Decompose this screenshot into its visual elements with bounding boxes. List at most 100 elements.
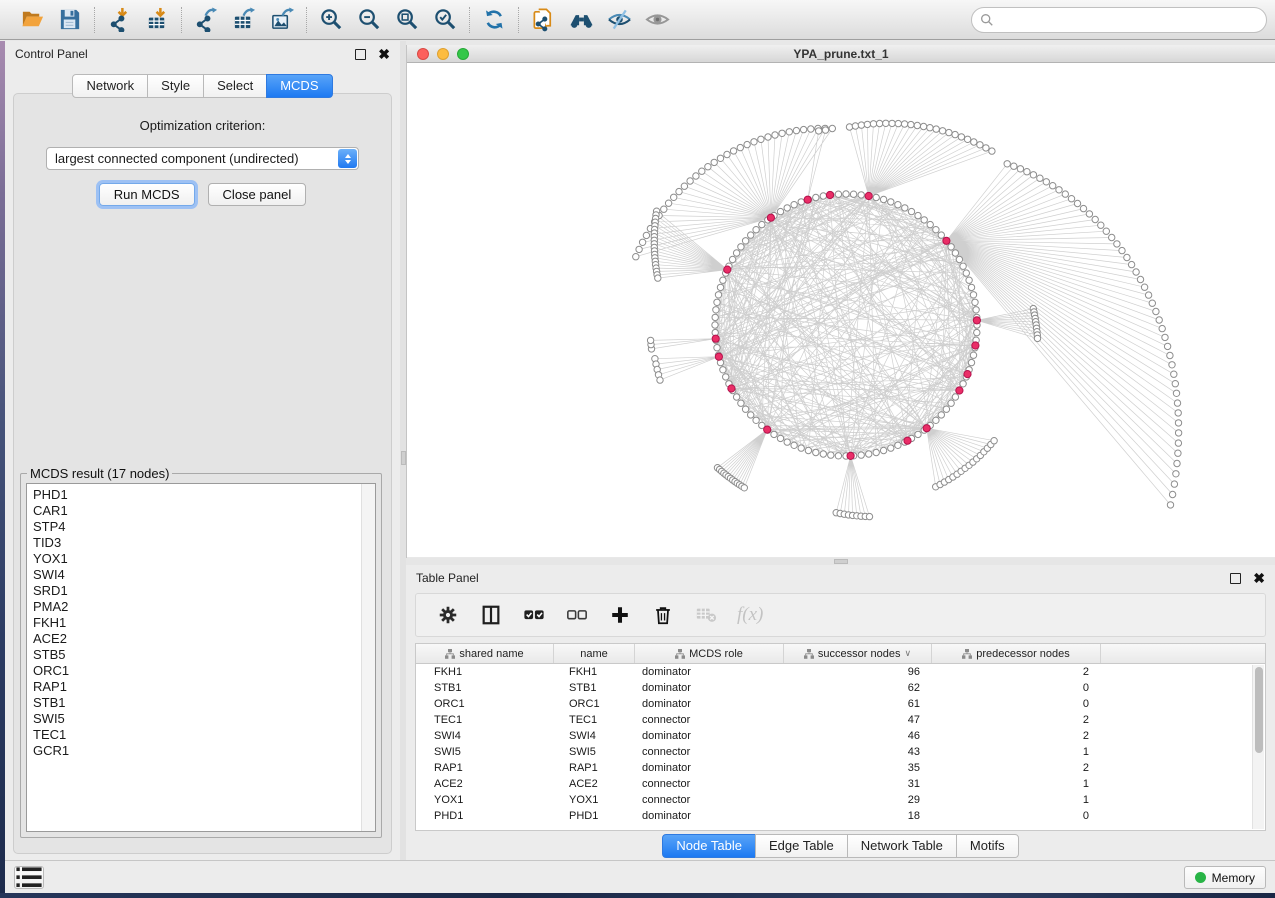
network-node[interactable] <box>1098 222 1104 228</box>
network-node[interactable] <box>730 148 736 154</box>
table-row[interactable]: YOX1YOX1connector291 <box>416 792 1265 808</box>
network-node[interactable] <box>864 121 870 127</box>
table-cell[interactable]: 18 <box>784 808 932 824</box>
network-node[interactable] <box>1164 343 1170 349</box>
network-node[interactable] <box>858 192 864 198</box>
network-node[interactable] <box>724 151 730 157</box>
network-node[interactable] <box>968 284 974 290</box>
select-stepper-icon[interactable] <box>338 149 357 168</box>
network-node[interactable] <box>813 194 819 200</box>
table-cell[interactable]: TEC1 <box>416 712 554 728</box>
network-node[interactable] <box>972 299 978 305</box>
network-node[interactable] <box>1114 241 1120 247</box>
refresh-icon[interactable] <box>480 6 508 34</box>
network-node[interactable] <box>971 139 977 145</box>
network-node[interactable] <box>816 128 822 134</box>
network-node[interactable] <box>938 412 944 418</box>
table-cell[interactable]: dominator <box>635 680 784 696</box>
network-node[interactable] <box>1050 183 1056 189</box>
table-cell[interactable]: ACE2 <box>416 776 554 792</box>
zoom-fit-icon[interactable] <box>393 6 421 34</box>
network-node[interactable] <box>904 437 911 444</box>
network-node[interactable] <box>665 200 671 206</box>
table-cell[interactable]: FKH1 <box>416 664 554 680</box>
result-list-scrollbar[interactable] <box>361 484 375 831</box>
network-node[interactable] <box>939 128 945 134</box>
network-node[interactable] <box>772 132 778 138</box>
zoom-selected-icon[interactable] <box>431 6 459 34</box>
network-node[interactable] <box>973 317 980 324</box>
network-node[interactable] <box>1169 491 1175 497</box>
network-node[interactable] <box>1024 169 1030 175</box>
network-node[interactable] <box>753 227 759 233</box>
network-node[interactable] <box>952 250 958 256</box>
network-node[interactable] <box>948 400 954 406</box>
network-node[interactable] <box>915 212 921 218</box>
network-node[interactable] <box>923 425 930 432</box>
network-node[interactable] <box>826 191 833 198</box>
tab-network-table[interactable]: Network Table <box>847 834 957 858</box>
network-node[interactable] <box>952 394 958 400</box>
column-header-successor-nodes[interactable]: successor nodes∨ <box>784 644 932 663</box>
export-network-icon[interactable] <box>192 6 220 34</box>
mcds-result-item[interactable]: GCR1 <box>33 743 361 759</box>
network-node[interactable] <box>676 188 682 194</box>
run-mcds-button[interactable]: Run MCDS <box>99 183 195 206</box>
network-node[interactable] <box>1103 228 1109 234</box>
table-cell[interactable]: ORC1 <box>554 696 635 712</box>
network-node[interactable] <box>1119 247 1125 253</box>
tab-motifs[interactable]: Motifs <box>956 834 1019 858</box>
share-document-icon[interactable] <box>529 6 557 34</box>
network-node[interactable] <box>956 387 963 394</box>
table-row[interactable]: FKH1FKH1dominator962 <box>416 664 1265 680</box>
network-node[interactable] <box>699 168 705 174</box>
network-node[interactable] <box>715 292 721 298</box>
network-node[interactable] <box>800 126 806 132</box>
binoculars-icon[interactable] <box>567 6 595 34</box>
zoom-in-icon[interactable] <box>317 6 345 34</box>
table-cell[interactable]: 62 <box>784 680 932 696</box>
network-node[interactable] <box>657 377 663 383</box>
table-cell[interactable]: dominator <box>635 664 784 680</box>
network-node[interactable] <box>639 239 645 245</box>
network-node[interactable] <box>943 237 950 244</box>
network-node[interactable] <box>952 131 958 137</box>
network-node[interactable] <box>1137 276 1143 282</box>
network-node[interactable] <box>813 449 819 455</box>
network-node[interactable] <box>793 127 799 133</box>
table-cell[interactable]: ACE2 <box>554 776 635 792</box>
table-row[interactable]: SWI4SWI4dominator462 <box>416 728 1265 744</box>
network-node[interactable] <box>960 263 966 269</box>
network-node[interactable] <box>920 123 926 129</box>
export-image-icon[interactable] <box>268 6 296 34</box>
network-node[interactable] <box>729 256 735 262</box>
network-node[interactable] <box>927 125 933 131</box>
table-cell[interactable]: YOX1 <box>554 792 635 808</box>
network-node[interactable] <box>1109 234 1115 240</box>
network-node[interactable] <box>1167 502 1173 508</box>
mcds-result-item[interactable]: CAR1 <box>33 503 361 519</box>
network-node[interactable] <box>1169 362 1175 368</box>
network-node[interactable] <box>960 381 966 387</box>
tab-edge-table[interactable]: Edge Table <box>755 834 848 858</box>
float-panel-icon[interactable] <box>355 49 366 60</box>
network-node[interactable] <box>661 206 667 212</box>
network-node[interactable] <box>828 452 834 458</box>
network-node[interactable] <box>964 371 971 378</box>
network-node[interactable] <box>889 120 895 126</box>
network-node[interactable] <box>958 134 964 140</box>
network-node[interactable] <box>791 442 797 448</box>
network-node[interactable] <box>712 314 718 320</box>
network-node[interactable] <box>1175 450 1181 456</box>
table-cell[interactable]: SWI4 <box>554 728 635 744</box>
network-node[interactable] <box>1092 216 1098 222</box>
network-node[interactable] <box>970 352 976 358</box>
table-cell[interactable]: 1 <box>932 792 1101 808</box>
network-node[interactable] <box>820 451 826 457</box>
search-input[interactable] <box>999 13 1258 27</box>
mcds-result-item[interactable]: YOX1 <box>33 551 361 567</box>
network-node[interactable] <box>798 199 804 205</box>
network-node[interactable] <box>1043 179 1049 185</box>
mcds-result-item[interactable]: PMA2 <box>33 599 361 615</box>
table-cell[interactable]: RAP1 <box>554 760 635 776</box>
